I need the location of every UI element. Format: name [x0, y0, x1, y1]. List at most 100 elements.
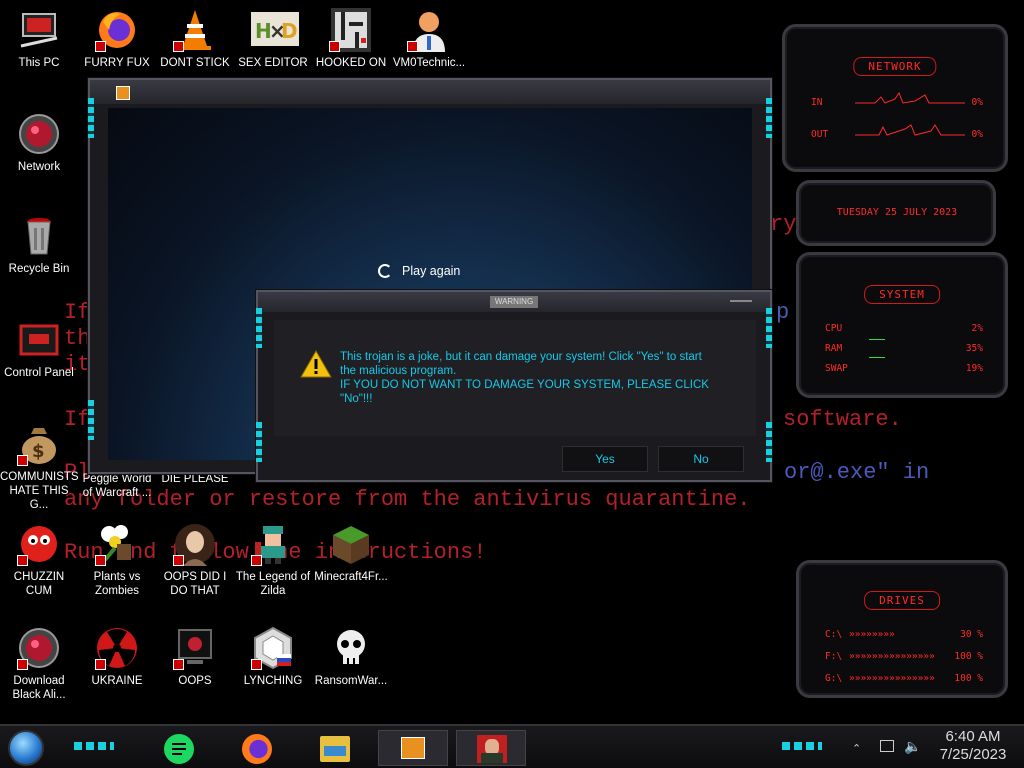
taskbar-accent — [74, 742, 114, 750]
drives-widget: DRIVES C:\ »»»»»»»» 30 % F:\ »»»»»»»»»»»… — [796, 560, 1008, 698]
desktop-icon-recycle-bin[interactable]: Recycle Bin — [0, 214, 78, 276]
replay-icon — [378, 264, 392, 278]
frame-accent-right — [766, 98, 772, 138]
desktop-icon-ukraine[interactable]: UKRAINE — [78, 626, 156, 688]
taskbar-warning-app[interactable] — [456, 730, 526, 766]
file-explorer-icon[interactable] — [320, 736, 350, 762]
play-again-button[interactable]: Play again — [378, 264, 460, 278]
yes-button[interactable]: Yes — [562, 446, 648, 472]
media-window-titlebar[interactable] — [90, 80, 770, 104]
desktop-icon-vm0technic[interactable]: VM0Technic... — [390, 8, 468, 70]
desktop-icon-ransomware[interactable]: RansomWar... — [312, 626, 390, 688]
firefox-taskbar-icon[interactable] — [242, 734, 272, 764]
shortcut-arrow-icon — [251, 555, 262, 566]
taskbar-media-player[interactable] — [378, 730, 448, 766]
frame-accent-left — [256, 308, 262, 348]
dialog-titlebar[interactable]: WARNING — [258, 292, 770, 312]
svg-text:D: D — [281, 19, 298, 43]
spotify-icon[interactable] — [164, 734, 194, 764]
technician-icon — [407, 8, 451, 52]
svg-text:$: $ — [32, 441, 45, 462]
desktop-icon-furry-fux[interactable]: FURRY FUX — [78, 8, 156, 70]
dialog-close-notch[interactable] — [730, 294, 752, 302]
desktop-icon-download-black[interactable]: Download Black Ali... — [0, 626, 78, 702]
monitor-icon — [173, 626, 217, 670]
desktop-icon-lynching[interactable]: LYNCHING — [234, 626, 312, 688]
desktop-icon-chuzzin[interactable]: CHUZZIN CUM — [0, 522, 78, 598]
media-app-icon — [116, 86, 130, 100]
taskbar: ⌃ 🔈 6:40 AM 7/25/2023 — [0, 724, 1024, 768]
desktop-icon-network[interactable]: Network — [0, 112, 78, 174]
shortcut-arrow-icon — [173, 659, 184, 670]
shortcut-arrow-icon — [173, 555, 184, 566]
drive-bar: »»»»»»»» — [849, 629, 895, 640]
money-bag-icon: $ — [17, 422, 61, 466]
network-out-label: OUT — [811, 129, 829, 140]
taskbar-clock[interactable]: 6:40 AM 7/25/2023 — [928, 728, 1018, 764]
chuzzle-icon — [17, 522, 61, 566]
no-button[interactable]: No — [658, 446, 744, 472]
network-globe-icon — [17, 112, 61, 156]
polygon-icon — [251, 626, 295, 670]
tray-chevron-icon[interactable]: ⌃ — [852, 742, 861, 755]
frame-accent-right — [766, 422, 772, 462]
desktop-icon-oops-did-i[interactable]: OOPS DID I DO THAT — [156, 522, 234, 598]
ram-value: 35% — [965, 343, 983, 354]
drive-value: 100 % — [954, 651, 983, 662]
grass-block-icon — [329, 522, 373, 566]
desktop-icon-sex-editor[interactable]: H × D SEX EDITOR — [234, 8, 312, 70]
network-widget-title: NETWORK — [853, 57, 937, 76]
swap-bar — [869, 357, 885, 358]
ram-bar — [869, 339, 885, 340]
desktop-icon-legend-of-zilda[interactable]: The Legend of Zilda — [234, 522, 312, 598]
taskbar-accent — [782, 742, 822, 750]
shortcut-arrow-icon — [329, 41, 340, 52]
background-text-fragment: p — [776, 300, 790, 325]
ram-label: RAM — [825, 343, 843, 354]
network-out-value: 0% — [971, 129, 983, 140]
desktop-icon-this-pc[interactable]: This PC — [0, 8, 78, 70]
desktop-icon-control-panel[interactable]: Control Panel — [0, 318, 78, 380]
desktop-icon-plants-vs-zombies[interactable]: Plants vs Zombies — [78, 522, 156, 598]
frame-accent-left — [88, 98, 94, 138]
computer-icon — [17, 8, 61, 52]
drives-widget-title: DRIVES — [864, 591, 940, 610]
drive-bar: »»»»»»»»»»»»»»» — [849, 673, 935, 684]
desktop-icon-minecraft[interactable]: Minecraft4Fr... — [312, 522, 390, 584]
network-in-value: 0% — [971, 97, 983, 108]
start-button[interactable] — [8, 730, 44, 766]
network-globe-icon — [17, 626, 61, 670]
network-widget: NETWORK IN 0% OUT 0% — [782, 24, 1008, 172]
shortcut-arrow-icon — [407, 41, 418, 52]
radiation-icon — [95, 626, 139, 670]
shortcut-arrow-icon — [17, 455, 28, 466]
date-widget: TUESDAY 25 JULY 2023 — [796, 180, 996, 246]
network-tray-icon[interactable] — [880, 740, 894, 752]
background-text-line: any folder or restore from the antivirus… — [64, 487, 751, 512]
swap-value: 19% — [965, 363, 983, 374]
desktop-icon-oops[interactable]: OOPS — [156, 626, 234, 688]
volume-icon[interactable]: 🔈 — [904, 738, 921, 755]
background-text-fragment: software. — [783, 407, 902, 432]
drive-value: 100 % — [954, 673, 983, 684]
flower-icon — [95, 522, 139, 566]
drive-label: F:\ — [825, 651, 843, 662]
warning-dialog[interactable]: WARNING This trojan is a joke, but it ca… — [256, 290, 772, 482]
shortcut-arrow-icon — [17, 659, 28, 670]
desktop-icon-dont-stick[interactable]: DONT STICK THIS IN YO... — [156, 8, 234, 70]
firefox-icon — [95, 8, 139, 52]
system-widget-title: SYSTEM — [864, 285, 940, 304]
shortcut-arrow-icon — [95, 659, 106, 670]
frame-accent-left — [256, 422, 262, 462]
portrait-icon — [173, 522, 217, 566]
desktop-icon-hooked-on[interactable]: HOOKED ON AFRICA — [312, 8, 390, 70]
recycle-bin-icon — [17, 214, 61, 258]
drive-value: 30 % — [960, 629, 983, 640]
dialog-title: WARNING — [490, 296, 538, 308]
maze-icon — [329, 8, 373, 52]
swap-label: SWAP — [825, 363, 848, 374]
control-panel-icon — [17, 318, 61, 362]
vlc-cone-icon — [173, 8, 217, 52]
desktop-icon-communists[interactable]: $ COMMUNISTS HATE THIS G... — [0, 422, 79, 512]
date-widget-text: TUESDAY 25 JULY 2023 — [836, 207, 958, 218]
